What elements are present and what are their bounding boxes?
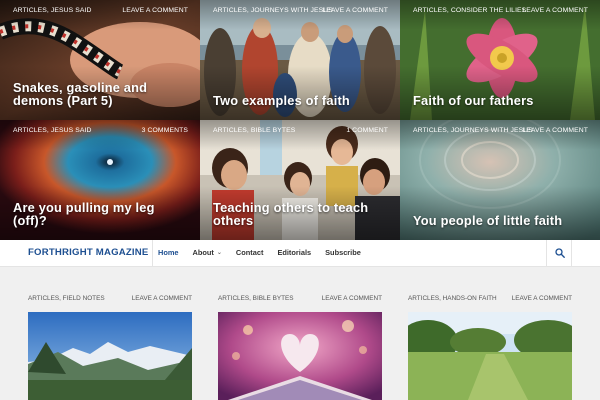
nav-item-editorials[interactable]: Editorials [277,248,311,257]
featured-post-pulling-leg[interactable]: ARTICLES, JESUS SAID 3 COMMENTS Are you … [0,120,200,240]
post-categories[interactable]: ARTICLES, HANDS-ON FAITH [408,295,497,302]
post-title[interactable]: Faith of our fathers [413,94,588,107]
post-thumbnail[interactable] [408,312,572,400]
featured-post-teaching-others[interactable]: ARTICLES, BIBLE BYTES 1 COMMENT Teaching… [200,120,400,240]
post-categories[interactable]: ARTICLES, BIBLE BYTES [213,127,295,134]
main-navbar: FORTHRIGHT MAGAZINE Home About ⌄ Contact … [0,240,600,267]
featured-post-little-faith[interactable]: ARTICLES, JOURNEYS WITH JESUS LEAVE A CO… [400,120,600,240]
post-title[interactable]: Two examples of faith [213,94,388,107]
post-card: ARTICLES, HANDS-ON FAITH LEAVE A COMMENT [408,268,572,400]
nav-item-contact[interactable]: Contact [236,248,264,257]
post-categories[interactable]: ARTICLES, JOURNEYS WITH JESUS [413,127,533,134]
comments-link[interactable]: LEAVE A COMMENT [512,295,572,302]
comments-link[interactable]: LEAVE A COMMENT [322,295,382,302]
nav-item-home[interactable]: Home [158,248,179,257]
post-title[interactable]: Snakes, gasoline and demons (Part 5) [13,81,188,107]
page: ARTICLES, JESUS SAID LEAVE A COMMENT Sna… [0,0,600,400]
post-card: ARTICLES, FIELD NOTES LEAVE A COMMENT [28,268,192,400]
post-title[interactable]: You people of little faith [413,214,588,227]
post-categories[interactable]: ARTICLES, JESUS SAID [13,127,92,134]
post-categories[interactable]: ARTICLES, JESUS SAID [13,7,92,14]
post-card: ARTICLES, BIBLE BYTES LEAVE A COMMENT [218,268,382,400]
post-categories[interactable]: ARTICLES, JOURNEYS WITH JESUS [213,7,333,14]
post-title[interactable]: Are you pulling my leg (off)? [13,201,188,227]
comments-link[interactable]: LEAVE A COMMENT [322,7,388,14]
nav-item-subscribe[interactable]: Subscribe [325,248,361,257]
featured-post-faith-of-fathers[interactable]: ARTICLES, CONSIDER THE LILIES LEAVE A CO… [400,0,600,120]
search-button[interactable] [546,240,572,267]
post-image-book-heart [218,312,382,400]
post-title[interactable]: Teaching others to teach others [213,201,388,227]
post-thumbnail[interactable] [28,312,192,400]
comments-link[interactable]: LEAVE A COMMENT [132,295,192,302]
post-categories[interactable]: ARTICLES, BIBLE BYTES [218,295,294,302]
nav-menu: Home About ⌄ Contact Editorials Subscribe [158,248,375,257]
search-icon [555,248,565,258]
featured-grid: ARTICLES, JESUS SAID LEAVE A COMMENT Sna… [0,0,600,240]
chevron-down-icon: ⌄ [216,250,222,256]
post-categories[interactable]: ARTICLES, CONSIDER THE LILIES [413,7,526,14]
featured-post-snakes[interactable]: ARTICLES, JESUS SAID LEAVE A COMMENT Sna… [0,0,200,120]
post-thumbnail[interactable] [218,312,382,400]
comments-link[interactable]: 3 COMMENTS [142,127,188,134]
comments-link[interactable]: LEAVE A COMMENT [522,127,588,134]
post-image-field [408,312,572,400]
post-list: ARTICLES, FIELD NOTES LEAVE A COMMENT AR… [0,268,600,400]
comments-link[interactable]: LEAVE A COMMENT [522,7,588,14]
post-categories[interactable]: ARTICLES, FIELD NOTES [28,295,105,302]
post-image-mountains [28,312,192,400]
comments-link[interactable]: 1 COMMENT [346,127,388,134]
nav-divider [152,240,153,267]
nav-item-about[interactable]: About ⌄ [193,248,222,257]
site-brand[interactable]: FORTHRIGHT MAGAZINE [28,247,149,258]
featured-post-two-examples[interactable]: ARTICLES, JOURNEYS WITH JESUS LEAVE A CO… [200,0,400,120]
comments-link[interactable]: LEAVE A COMMENT [122,7,188,14]
